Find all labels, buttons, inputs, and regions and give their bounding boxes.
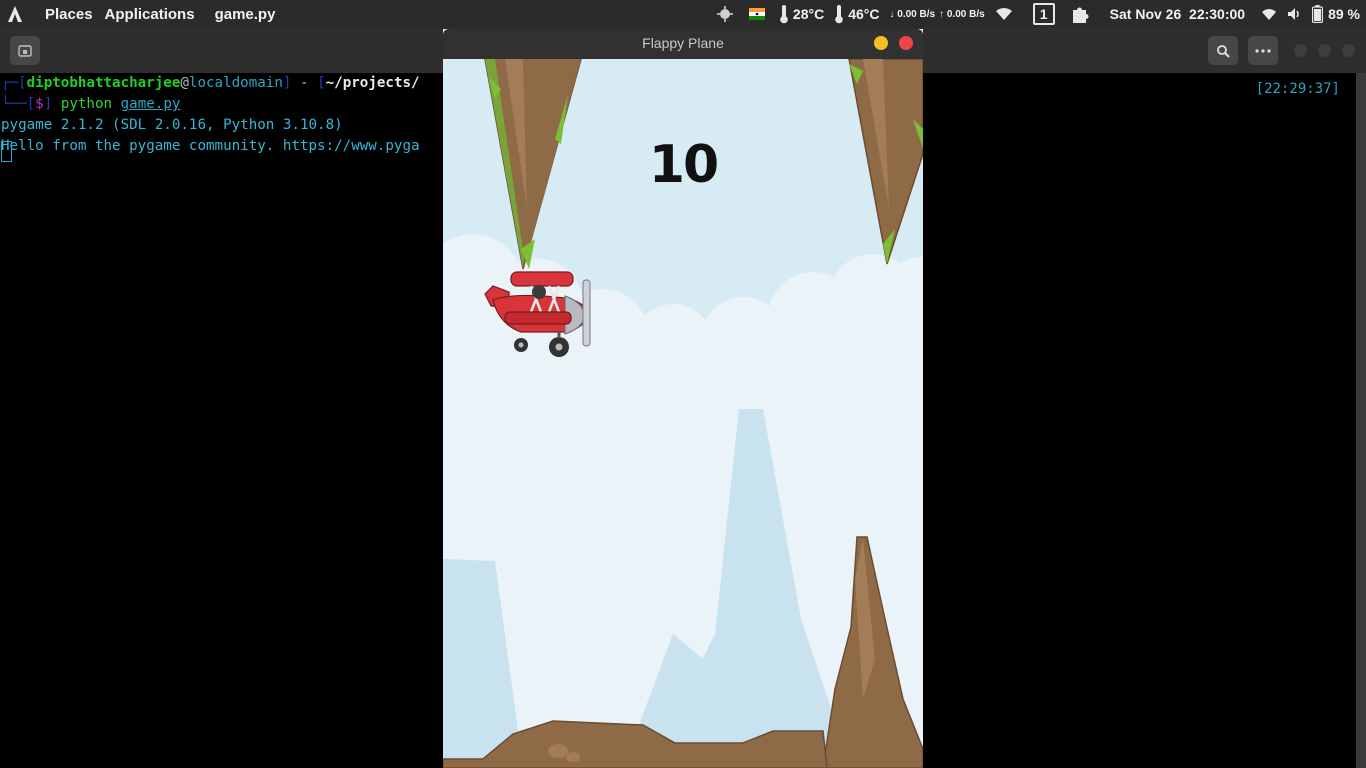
game-canvas[interactable]: 10 [443, 59, 923, 768]
search-icon [1217, 44, 1230, 58]
window-minimize-button[interactable] [1294, 44, 1307, 57]
window-close-button[interactable] [1342, 44, 1355, 57]
command-line: └──[$] python game.py [1, 96, 181, 112]
command-name: python [60, 96, 113, 112]
cpu-temperature: 28°C [792, 6, 825, 22]
top-panel: Places Applications game.py 28°C 46°C ↓ … [0, 0, 1366, 28]
game-window[interactable]: Flappy Plane 10 [443, 29, 923, 768]
terminal-cursor [1, 141, 12, 162]
thermometer-icon [779, 0, 789, 28]
puzzle-extension-icon[interactable] [1071, 0, 1090, 28]
more-dots-icon [1255, 48, 1271, 53]
active-app-name[interactable]: game.py [215, 6, 276, 23]
network-download-speed: ↓ 0.00 B/s [889, 8, 936, 20]
terminal-clock: [22:29:37] [1255, 81, 1340, 97]
score-display: 10 [648, 135, 719, 195]
terminal-icon [18, 44, 32, 57]
system-tray: 28°C 46°C ↓ 0.00 B/s ↑ 0.00 B/s 1 Sat No… [716, 0, 1366, 28]
distro-logo-icon[interactable] [7, 4, 27, 24]
applications-menu[interactable]: Applications [105, 6, 195, 23]
new-tab-button[interactable] [10, 36, 40, 65]
search-button[interactable] [1208, 36, 1238, 65]
prompt-at: @ [180, 75, 189, 91]
battery-percentage: 89 % [1328, 6, 1360, 22]
prompt-line: ┌─[diptobhattacharjee@localdomain] - [~/… [1, 75, 420, 91]
terminal-scrollbar[interactable] [1356, 73, 1366, 768]
prompt-host: localdomain [188, 75, 283, 91]
output-line-2: Hello from the pygame community. https:/… [1, 138, 420, 154]
close-button[interactable] [899, 36, 913, 50]
battery-icon[interactable] [1312, 0, 1324, 28]
sun-icon[interactable] [716, 0, 733, 28]
wifi-icon[interactable] [1261, 0, 1277, 28]
workspace-number: 1 [1032, 3, 1055, 25]
clock-datetime[interactable]: Sat Nov 26 22:30:00 [1110, 6, 1245, 22]
prompt-path: ~/projects/ [325, 75, 420, 91]
menu-button[interactable] [1248, 36, 1278, 65]
game-window-title: Flappy Plane [642, 35, 724, 51]
prompt-dollar: $ [35, 96, 44, 112]
minimize-button[interactable] [874, 36, 888, 50]
india-flag-icon[interactable] [748, 0, 765, 28]
gpu-temperature: 46°C [848, 6, 880, 22]
thermometer-icon [834, 0, 844, 28]
places-menu[interactable]: Places [45, 6, 93, 23]
prompt-user: diptobhattacharjee [26, 75, 181, 91]
command-argument[interactable]: game.py [121, 96, 181, 112]
network-upload-speed: ↑ 0.00 B/s [939, 8, 985, 20]
game-titlebar[interactable]: Flappy Plane [443, 29, 923, 59]
volume-icon[interactable] [1287, 0, 1302, 28]
output-line-1: pygame 2.1.2 (SDL 2.0.16, Python 3.10.8) [1, 117, 343, 133]
prompt-separator: - [291, 75, 318, 91]
window-maximize-button[interactable] [1318, 44, 1331, 57]
workspace-indicator[interactable]: 1 [1032, 0, 1055, 28]
wifi-icon[interactable] [995, 0, 1013, 28]
